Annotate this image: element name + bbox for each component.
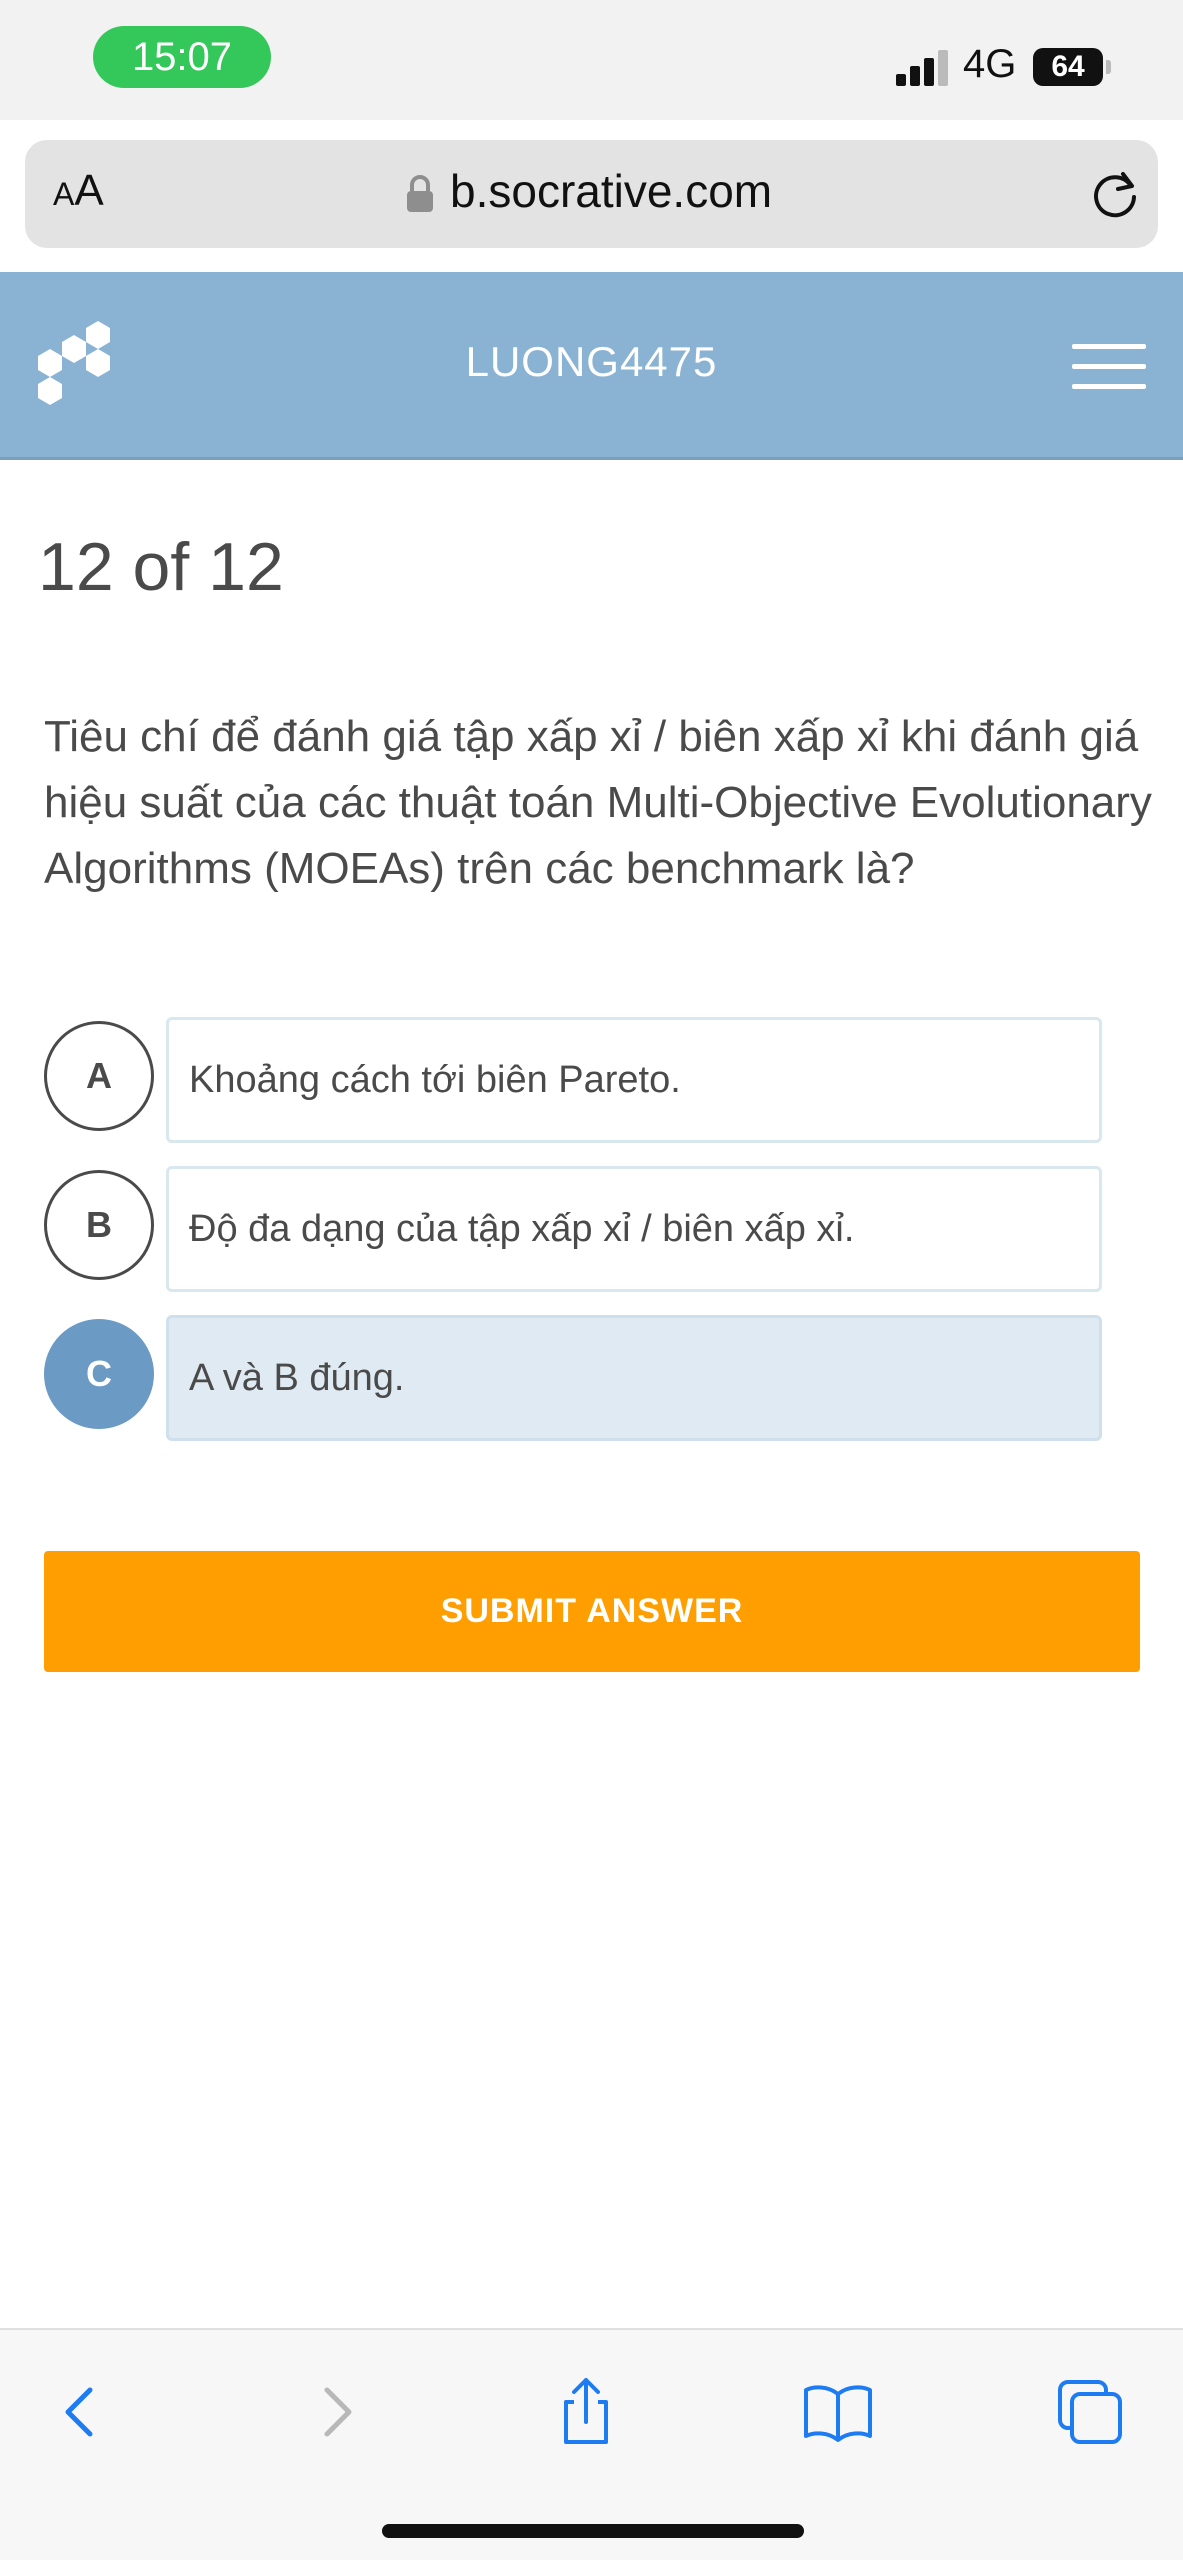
cellular-signal-icon — [896, 48, 952, 86]
option-text[interactable]: Độ đa dạng của tập xấp xỉ / biên xấp xỉ. — [166, 1166, 1102, 1292]
answer-option-b[interactable]: B Độ đa dạng của tập xấp xỉ / biên xấp x… — [44, 1166, 1102, 1292]
question-progress: 12 of 12 — [38, 529, 284, 605]
network-type: 4G — [963, 42, 1017, 86]
submit-answer-button[interactable]: SUBMIT ANSWER — [44, 1551, 1140, 1672]
hamburger-menu-icon[interactable] — [1072, 344, 1146, 390]
address-bar[interactable]: AA b.socrative.com — [25, 140, 1158, 248]
battery-level: 64 — [1051, 50, 1085, 83]
option-letter[interactable]: C — [44, 1319, 154, 1429]
home-indicator — [382, 2524, 804, 2538]
lock-icon — [407, 175, 433, 212]
forward-icon[interactable] — [297, 2372, 377, 2452]
option-text[interactable]: Khoảng cách tới biên Pareto. — [166, 1017, 1102, 1143]
back-icon[interactable] — [40, 2372, 120, 2452]
answer-option-a[interactable]: A Khoảng cách tới biên Pareto. — [44, 1017, 1102, 1143]
tabs-icon[interactable] — [1050, 2372, 1130, 2452]
answer-option-c[interactable]: C A và B đúng. — [44, 1315, 1102, 1441]
option-text[interactable]: A và B đúng. — [166, 1315, 1102, 1441]
status-time: 15:07 — [93, 26, 271, 88]
bookmarks-icon[interactable] — [798, 2372, 878, 2452]
option-letter[interactable]: B — [44, 1170, 154, 1280]
battery-icon: 64 — [1033, 48, 1103, 86]
url-text[interactable]: b.socrative.com — [450, 164, 772, 218]
share-icon[interactable] — [546, 2372, 626, 2452]
app-header: LUONG4475 — [0, 272, 1183, 460]
room-name: LUONG4475 — [465, 338, 718, 385]
reload-icon[interactable] — [1085, 164, 1145, 224]
text-size-button[interactable]: AA — [53, 166, 104, 216]
question-text: Tiêu chí để đánh giá tập xấp xỉ / biên x… — [44, 712, 1152, 893]
status-bar: 15:07 4G 64 — [0, 0, 1183, 120]
option-letter[interactable]: A — [44, 1021, 154, 1131]
battery-tip — [1106, 60, 1111, 74]
